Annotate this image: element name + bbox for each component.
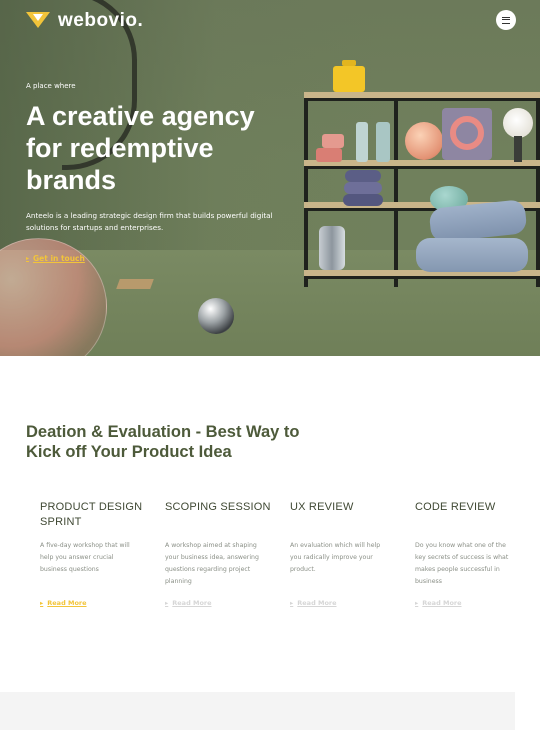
yellow-box-object bbox=[333, 60, 365, 92]
get-in-touch-label: Get in touch bbox=[33, 254, 85, 263]
pink-cup-object bbox=[316, 148, 342, 162]
pillow-object bbox=[416, 238, 528, 272]
menu-button[interactable] bbox=[496, 10, 516, 30]
read-more-label: Read More bbox=[47, 599, 87, 607]
chevron-right-icon: ▸ bbox=[40, 599, 44, 607]
chevron-right-icon: ▸ bbox=[26, 255, 30, 262]
service-name: SCOPING SESSION bbox=[165, 501, 271, 513]
glass-jar-object bbox=[319, 226, 345, 270]
service-card: UX REVIEW An evaluation which will help … bbox=[290, 500, 400, 607]
service-description: Do you know what one of the key secrets … bbox=[415, 542, 509, 585]
hamburger-menu-icon bbox=[502, 16, 510, 24]
service-card: CODE REVIEW Do you know what one of the … bbox=[415, 500, 525, 607]
hero-eyebrow: A place where bbox=[26, 82, 76, 90]
lamp-object bbox=[503, 108, 533, 138]
service-description: An evaluation which will help you radica… bbox=[290, 542, 381, 573]
bottle-object bbox=[376, 122, 390, 162]
section-title: Deation & Evaluation - Best Way to Kick … bbox=[26, 423, 300, 461]
service-card: SCOPING SESSION A workshop aimed at shap… bbox=[165, 500, 275, 607]
service-name: UX REVIEW bbox=[290, 501, 354, 513]
chrome-ball-object bbox=[198, 298, 234, 334]
read-more-label: Read More bbox=[422, 599, 462, 607]
read-more-link[interactable]: ▸ Read More bbox=[290, 599, 337, 607]
read-more-link[interactable]: ▸ Read More bbox=[165, 599, 212, 607]
read-more-link[interactable]: ▸ Read More bbox=[40, 599, 87, 607]
hero-title: A creative agency for redemptive brands bbox=[26, 101, 255, 195]
service-description: A workshop aimed at shaping your busines… bbox=[165, 542, 259, 585]
donut-cube-object bbox=[442, 108, 492, 160]
chevron-right-icon: ▸ bbox=[290, 599, 294, 607]
next-section-band bbox=[0, 692, 515, 730]
peach-sphere-object bbox=[405, 122, 443, 160]
service-card: PRODUCT DESIGN SPRINT A five-day worksho… bbox=[40, 500, 150, 607]
get-in-touch-link[interactable]: ▸ Get in touch bbox=[26, 254, 85, 263]
lamp-stem-object bbox=[514, 136, 522, 162]
logo-mark-icon bbox=[26, 12, 50, 30]
service-name: PRODUCT DESIGN SPRINT bbox=[40, 501, 143, 528]
stacked-rings-object bbox=[343, 194, 383, 206]
hero-description: Anteelo is a leading strategic design fi… bbox=[26, 211, 273, 232]
logo-text: webovio. bbox=[58, 10, 144, 31]
service-name: CODE REVIEW bbox=[415, 501, 496, 513]
logo[interactable]: webovio. bbox=[26, 10, 143, 32]
hero-section: webovio. A place where A creative agency… bbox=[0, 0, 540, 356]
stacked-rings-object bbox=[344, 182, 382, 194]
stacked-rings-object bbox=[345, 170, 381, 182]
read-more-label: Read More bbox=[297, 599, 337, 607]
bottle-object bbox=[356, 122, 368, 162]
chevron-right-icon: ▸ bbox=[165, 599, 169, 607]
read-more-label: Read More bbox=[172, 599, 212, 607]
floor-card-object bbox=[116, 279, 154, 289]
service-description: A five-day workshop that will help you a… bbox=[40, 542, 130, 573]
read-more-link[interactable]: ▸ Read More bbox=[415, 599, 462, 607]
chevron-right-icon: ▸ bbox=[415, 599, 419, 607]
pink-cup-object bbox=[322, 134, 344, 148]
